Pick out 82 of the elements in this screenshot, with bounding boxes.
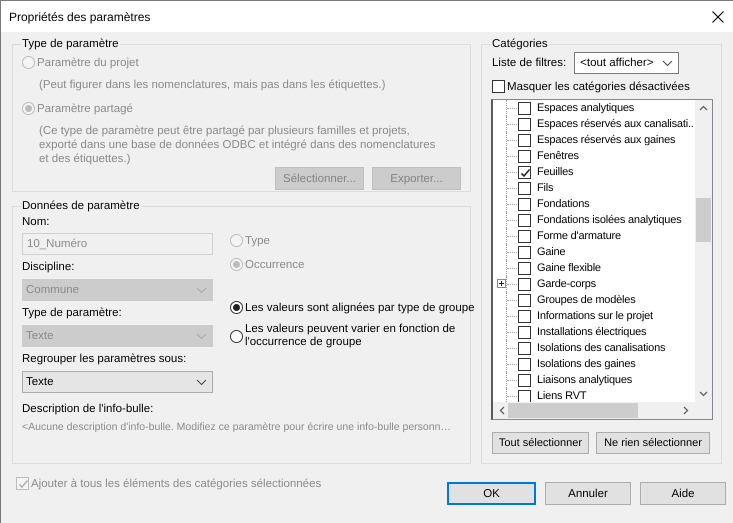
option-description: (Ce type de paramètre peut être partagé par plusieurs familles et projets, exporté dans une base de données ODBC et intégré dans des nomenclatures et des étiquettes.)	[39, 124, 436, 166]
category-label[interactable]: Feuilles	[537, 166, 574, 178]
group-title: Type de paramètre	[21, 38, 120, 50]
category-label[interactable]: Isolations des gaines	[537, 358, 636, 370]
dialog-button[interactable]: Aide	[640, 482, 726, 505]
category-label[interactable]: Liaisons analytiques	[537, 374, 632, 386]
caret-icon	[662, 60, 674, 66]
field-label: Type de paramètre:	[22, 307, 123, 322]
filter-dropdown[interactable]: <tout afficher>	[574, 52, 680, 74]
checkbox[interactable]	[518, 390, 531, 402]
checkbox[interactable]	[518, 214, 531, 226]
checkbox-label: Ajouter à tous les éléments des catégories sélectionnées	[31, 478, 322, 490]
radio-button[interactable]	[230, 301, 243, 314]
dropdown[interactable]: Texte	[22, 371, 213, 394]
vertical-scrollbar[interactable]	[695, 100, 712, 402]
dialog-button[interactable]: Annuler	[545, 482, 631, 505]
checkbox-label: Masquer les catégories désactivées	[507, 80, 690, 92]
group-title: Catégories	[491, 38, 549, 50]
checkbox[interactable]	[518, 230, 531, 242]
checkbox[interactable]	[518, 246, 531, 258]
category-label[interactable]: Gaine flexible	[537, 262, 601, 274]
checkbox[interactable]	[518, 198, 531, 210]
window-title: Propriétés des paramètres	[9, 10, 150, 24]
category-label[interactable]: Fondations isolées analytiques	[537, 214, 682, 226]
category-label[interactable]: Gaine	[537, 246, 566, 258]
category-label[interactable]: Garde-corps	[537, 278, 596, 290]
horizontal-scrollbar[interactable]	[493, 402, 695, 419]
checkbox[interactable]	[492, 80, 505, 93]
group-title: Données de paramètre	[21, 200, 141, 212]
checkbox[interactable]	[518, 182, 531, 194]
option-label: Paramètre du projet	[37, 56, 139, 68]
category-label[interactable]: Isolations des canalisations	[537, 342, 666, 354]
close-icon[interactable]	[712, 10, 724, 22]
category-label[interactable]: Espaces réservés aux canalisati..	[537, 118, 694, 130]
checkbox[interactable]	[518, 166, 531, 178]
category-label[interactable]: Espaces analytiques	[537, 102, 634, 114]
checkbox[interactable]	[518, 278, 531, 290]
select-button[interactable]: Ne rien sélectionner	[596, 432, 710, 454]
checkbox[interactable]	[518, 134, 531, 146]
checkbox[interactable]	[518, 102, 531, 114]
expand-icon[interactable]	[497, 279, 506, 288]
scrollbar-thumb[interactable]	[696, 198, 711, 242]
scroll-down-icon[interactable]	[699, 391, 708, 397]
scroll-left-icon[interactable]	[499, 406, 505, 415]
category-label[interactable]: Liens RVT	[537, 390, 586, 402]
option-label: Type	[245, 234, 270, 247]
category-label[interactable]: Installations électriques	[537, 326, 646, 338]
field-label: Liste de filtres:	[492, 57, 566, 69]
caret-icon	[196, 378, 207, 386]
checkbox[interactable]	[518, 374, 531, 386]
category-label[interactable]: Fenêtres	[537, 150, 579, 162]
category-label[interactable]: Fondations	[537, 198, 590, 210]
checkbox[interactable]	[518, 326, 531, 338]
caret-icon	[196, 286, 207, 294]
scroll-up-icon[interactable]	[699, 105, 708, 111]
checkbox[interactable]	[518, 358, 531, 370]
field-label: Regrouper les paramètres sous:	[22, 353, 188, 368]
checkbox[interactable]	[518, 150, 531, 162]
category-label[interactable]: Espaces réservés aux gaines	[537, 134, 676, 146]
checkbox[interactable]	[518, 262, 531, 274]
field-label: Description de l'info-bulle:	[22, 403, 154, 416]
option-label: Les valeurs peuvent varier en fonction de l'occurrence de groupe	[245, 323, 456, 350]
field-label: Discipline:	[22, 261, 76, 276]
option-description: (Peut figurer dans les nomenclatures, mais pas dans les étiquettes.)	[39, 78, 386, 92]
category-label[interactable]: Forme d'armature	[537, 230, 621, 242]
option-label: Occurrence	[245, 258, 304, 271]
caret-icon	[196, 332, 207, 340]
checkbox[interactable]	[518, 294, 531, 306]
scroll-right-icon[interactable]	[683, 406, 689, 415]
option-label: Les valeurs sont alignées par type de groupe	[245, 302, 475, 314]
scrollbar-thumb[interactable]	[508, 403, 638, 418]
checkbox[interactable]	[518, 118, 531, 130]
field-label: Nom:	[22, 216, 50, 230]
category-label[interactable]: Informations sur le projet	[537, 310, 653, 322]
checkbox[interactable]	[518, 310, 531, 322]
category-label[interactable]: Fils	[537, 182, 554, 194]
option-label: Paramètre partagé	[37, 102, 133, 114]
checkbox[interactable]	[518, 342, 531, 354]
category-label[interactable]: Groupes de modèles	[537, 294, 636, 306]
select-button[interactable]: Tout sélectionner	[492, 432, 589, 454]
dialog-button[interactable]: OK	[447, 482, 536, 505]
radio-button[interactable]	[230, 330, 243, 344]
